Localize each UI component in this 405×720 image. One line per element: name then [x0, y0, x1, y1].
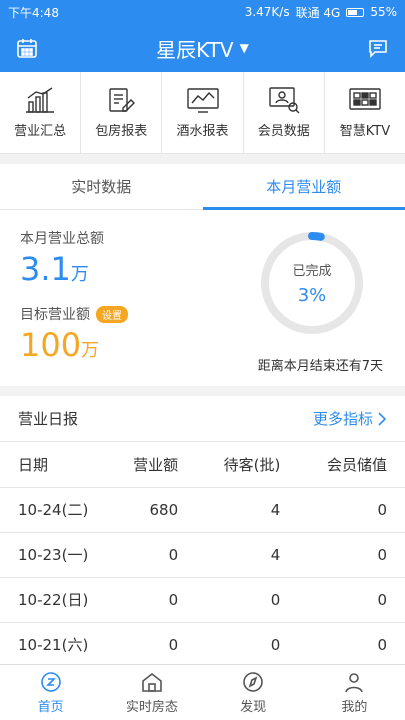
column-header: 待客(批) [196, 442, 299, 488]
nav-room-status[interactable]: 实时房态 [101, 665, 202, 720]
store-selector[interactable]: 星辰KTV ▼ [156, 34, 249, 63]
network-speed: 3.47K/s [244, 5, 290, 19]
more-metrics-label: 更多指标 [312, 410, 373, 428]
monitor-chart-icon [186, 88, 219, 113]
shortcut-grid: 营业汇总 包房报表 酒水报表 会员数据 智慧KTV [0, 72, 405, 154]
daily-report: 营业日报 更多指标 日期 营业额 待客(批) 会员储值 10-24(二) 680… [0, 396, 405, 668]
date-cell: 10-22(日) [0, 577, 110, 623]
target-revenue-unit: 万 [81, 340, 100, 361]
shortcut-business-summary[interactable]: 营业汇总 [0, 72, 82, 153]
nav-label: 首页 [37, 699, 64, 715]
date-cell: 10-23(一) [0, 532, 110, 578]
column-header: 营业额 [110, 442, 197, 488]
target-revenue-label: 目标营业额 [20, 307, 90, 323]
divider [0, 154, 405, 164]
member-screen-icon [269, 87, 300, 114]
chat-icon[interactable] [365, 35, 391, 61]
revenue-cell: 0 [110, 532, 197, 578]
date-cell: 10-21(六) [0, 622, 110, 668]
deposit-cell: 0 [298, 622, 405, 668]
store-name: 星辰KTV [156, 37, 234, 62]
revenue-cell: 680 [110, 487, 197, 533]
caret-down-icon: ▼ [239, 41, 249, 55]
progress-text: 已完成 3% [259, 230, 365, 336]
set-target-button[interactable]: 设置 [96, 305, 128, 323]
target-revenue-number: 100 [20, 326, 82, 364]
progress-percent: 3% [297, 285, 327, 306]
tab-monthly-revenue[interactable]: 本月营业额 [202, 164, 405, 210]
room-status-icon [142, 672, 162, 692]
table-row[interactable]: 10-24(二) 680 4 0 [0, 487, 405, 533]
monthly-summary: 本月营业总额 3.1万 目标营业额 设置 100万 已完成 3% 距离本月结束还… [0, 210, 405, 386]
nav-home[interactable]: 首页 [0, 665, 101, 720]
more-metrics-link[interactable]: 更多指标 [313, 408, 387, 429]
document-edit-icon [109, 88, 136, 112]
revenue-cell: 0 [110, 622, 197, 668]
report-title: 营业日报 [18, 410, 79, 428]
deposit-cell: 0 [298, 532, 405, 578]
nav-discover[interactable]: 发现 [203, 665, 304, 720]
shortcut-label: 包房报表 [95, 124, 148, 139]
app-bar: 星辰KTV ▼ [0, 24, 405, 72]
status-bar: 下午4:48 3.47K/s 联通 4G 55% [0, 0, 405, 24]
shortcut-label: 智慧KTV [339, 124, 391, 139]
deposit-cell: 0 [298, 487, 405, 533]
shortcut-label: 酒水报表 [176, 124, 229, 139]
total-revenue-unit: 万 [70, 264, 89, 285]
bar-chart-icon [26, 87, 55, 113]
carrier: 联通 4G [295, 5, 341, 20]
nav-label: 发现 [240, 699, 267, 715]
guests-cell: 0 [196, 622, 299, 668]
guests-cell: 4 [196, 532, 299, 578]
guests-cell: 0 [196, 577, 299, 623]
shortcut-label: 营业汇总 [14, 124, 67, 139]
battery-level: 55% [370, 5, 397, 19]
smart-grid-icon [349, 88, 381, 110]
tab-realtime-data[interactable]: 实时数据 [0, 164, 203, 209]
table-row[interactable]: 10-22(日) 0 0 0 [0, 577, 405, 623]
date-cell: 10-24(二) [0, 487, 110, 533]
guests-cell: 4 [196, 487, 299, 533]
column-header: 会员储值 [298, 442, 405, 488]
status-time: 下午4:48 [8, 5, 59, 20]
shortcut-room-report[interactable]: 包房报表 [81, 72, 163, 153]
days-remaining: 距离本月结束还有7天 [257, 359, 383, 374]
deposit-cell: 0 [298, 577, 405, 623]
table-row[interactable]: 10-23(一) 0 4 0 [0, 532, 405, 578]
nav-label: 实时房态 [125, 699, 178, 715]
tab-bar: 实时数据 本月营业额 [0, 164, 405, 210]
total-revenue-number: 3.1 [20, 250, 71, 288]
compass-icon [243, 671, 263, 692]
shortcut-member-data[interactable]: 会员数据 [244, 72, 325, 153]
calendar-icon[interactable] [14, 35, 40, 61]
report-table: 日期 营业额 待客(批) 会员储值 10-24(二) 680 4 0 10-23… [0, 442, 405, 668]
table-header-row: 日期 营业额 待客(批) 会员储值 [0, 442, 405, 488]
progress-label: 已完成 [292, 264, 332, 279]
chevron-right-icon [378, 411, 387, 426]
shortcut-smart-ktv[interactable]: 智慧KTV [325, 72, 405, 153]
table-row[interactable]: 10-21(六) 0 0 0 [0, 622, 405, 668]
home-icon [40, 671, 61, 692]
bottom-nav: 首页 实时房态 发现 我的 [0, 664, 405, 720]
shortcut-beverage-report[interactable]: 酒水报表 [162, 72, 244, 153]
person-icon [345, 672, 364, 692]
column-header: 日期 [0, 442, 110, 488]
divider [0, 386, 405, 396]
nav-mine[interactable]: 我的 [304, 665, 405, 720]
report-header: 营业日报 更多指标 [0, 396, 405, 442]
shortcut-label: 会员数据 [257, 124, 310, 139]
revenue-cell: 0 [110, 577, 197, 623]
battery-icon [346, 7, 365, 17]
nav-label: 我的 [341, 699, 368, 715]
